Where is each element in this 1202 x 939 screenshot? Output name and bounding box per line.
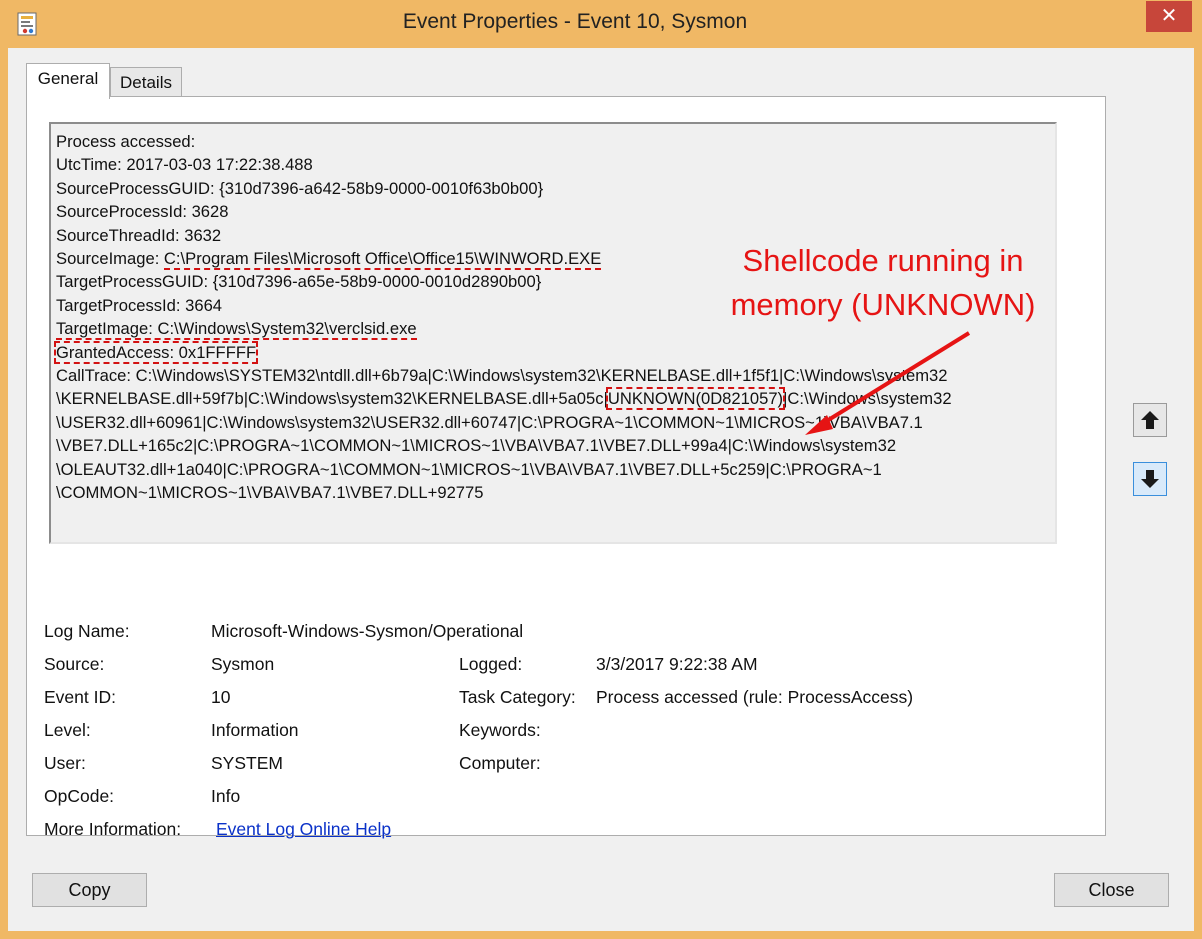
logged-label: Logged: <box>459 654 523 674</box>
computer-label: Computer: <box>459 753 541 773</box>
shellcode-annotation: Shellcode running in memory (UNKNOWN) <box>713 239 1053 327</box>
source-label: Source: <box>44 654 105 674</box>
previous-event-button[interactable] <box>1133 403 1167 437</box>
desc-line: \COMMON~1\MICROS~1\VBA\VBA7.1\VBE7.DLL+9… <box>56 483 484 503</box>
tab-general[interactable]: General <box>26 63 110 99</box>
unknown-module-highlight: UNKNOWN(0D821057) <box>605 387 786 411</box>
arrow-up-icon <box>1141 411 1159 429</box>
event-properties-window: Event Properties - Event 10, Sysmon ✕ Ge… <box>0 0 1202 939</box>
more-information-label: More Information: <box>44 819 182 839</box>
user-value: SYSTEM <box>211 753 283 773</box>
desc-line: Process accessed: <box>56 132 196 151</box>
window-title: Event Properties - Event 10, Sysmon <box>402 10 748 33</box>
desc-line: TargetProcessGUID: {310d7396-a65e-58b9-0… <box>56 272 542 292</box>
desc-line: \USER32.dll+60961|C:\Windows\system32\US… <box>56 412 923 432</box>
annotation-line: Shellcode running in <box>742 243 1024 278</box>
arrow-down-icon <box>1141 470 1159 488</box>
task-category-label: Task Category: <box>459 687 576 707</box>
copy-button[interactable]: Copy <box>32 873 147 907</box>
desc-line: TargetProcessId: 3664 <box>56 295 223 315</box>
opcode-value: Info <box>211 786 241 806</box>
granted-access-highlight: GrantedAccess: 0x1FFFFF <box>53 340 259 364</box>
desc-line: SourceThreadId: 3632 <box>56 225 222 245</box>
window-close-button[interactable]: ✕ <box>1146 1 1192 32</box>
close-button[interactable]: Close <box>1054 873 1169 907</box>
desc-line: SourceImage: <box>56 249 164 269</box>
desc-line: \KERNELBASE.dll+59f7b|C:\Windows\system3… <box>56 389 608 409</box>
event-description-box[interactable]: Process accessed: UtcTime: 2017-03-03 17… <box>49 122 1057 544</box>
event-id-label: Event ID: <box>44 687 116 707</box>
title-bar: Event Properties - Event 10, Sysmon ✕ <box>0 0 1202 48</box>
next-event-button[interactable] <box>1133 462 1167 496</box>
desc-line: \OLEAUT32.dll+1a040|C:\PROGRA~1\COMMON~1… <box>56 459 882 479</box>
tab-details[interactable]: Details <box>110 67 182 99</box>
target-image-highlight: TargetImage: C:\Windows\System32\verclsi… <box>56 319 417 341</box>
log-name-value: Microsoft-Windows-Sysmon/Operational <box>211 621 524 641</box>
level-label: Level: <box>44 720 91 740</box>
desc-line: |C:\Windows\system32 <box>783 389 952 409</box>
event-log-online-help-link[interactable]: Event Log Online Help <box>216 819 391 840</box>
desc-line: CallTrace: C:\Windows\SYSTEM32\ntdll.dll… <box>56 366 948 386</box>
logged-value: 3/3/2017 9:22:38 AM <box>596 654 758 674</box>
annotation-line: memory (UNKNOWN) <box>730 287 1036 322</box>
source-image-highlight: C:\Program Files\Microsoft Office\Office… <box>163 249 602 271</box>
task-category-value: Process accessed (rule: ProcessAccess) <box>596 687 914 707</box>
opcode-label: OpCode: <box>44 786 115 806</box>
general-tab-panel: Process accessed: UtcTime: 2017-03-03 17… <box>26 96 1106 839</box>
dialog-client-area: General Details Process accessed: UtcTim… <box>8 48 1194 931</box>
event-id-value: 10 <box>211 687 231 707</box>
user-label: User: <box>44 753 86 773</box>
log-name-label: Log Name: <box>44 621 130 641</box>
desc-line: UtcTime: 2017-03-03 17:22:38.488 <box>56 155 313 175</box>
level-value: Information <box>211 720 299 740</box>
source-value: Sysmon <box>211 654 275 674</box>
desc-line: \VBE7.DLL+165c2|C:\PROGRA~1\COMMON~1\MIC… <box>56 436 897 456</box>
desc-line: SourceProcessId: 3628 <box>56 202 229 222</box>
keywords-label: Keywords: <box>459 720 541 740</box>
desc-line: SourceProcessGUID: {310d7396-a642-58b9-0… <box>56 178 544 198</box>
